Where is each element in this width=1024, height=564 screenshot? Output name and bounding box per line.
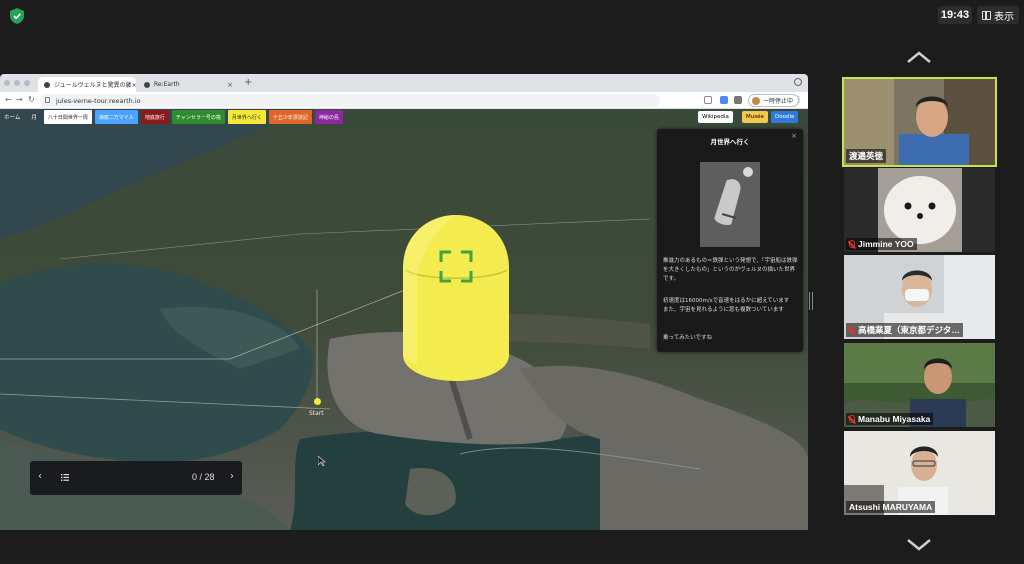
forward-icon[interactable]: → bbox=[16, 95, 23, 104]
participant-name-text: 高橋業夏（東京都デジタ… bbox=[858, 325, 960, 335]
menu-chip[interactable]: チャンセラー号の筏 bbox=[171, 110, 225, 124]
menu-moon[interactable]: 月 bbox=[27, 110, 41, 124]
menu-chip[interactable]: 海底二万マイル bbox=[94, 110, 138, 124]
info-panel-title: 月世界へ行く bbox=[710, 138, 750, 146]
globe-icon bbox=[44, 81, 50, 88]
projectile-capsule-model[interactable] bbox=[403, 215, 509, 381]
doodle-label: Doodle bbox=[775, 114, 795, 120]
reearth-map-viewport[interactable]: ホーム 月 八十日間世界一周 海底二万マイル 地底旅行 チャンセラー号の筏 月世… bbox=[0, 109, 808, 530]
chevron-up-icon[interactable] bbox=[906, 50, 932, 64]
participant-tile[interactable]: Manabu Miyasaka bbox=[844, 343, 995, 427]
wikipedia-label: Wikipedia bbox=[702, 114, 729, 120]
muted-mic-icon bbox=[849, 240, 855, 248]
participant-tile[interactable]: Atsushi MARUYAMA bbox=[844, 431, 995, 515]
page-counter: 0 / 28 bbox=[192, 472, 215, 482]
shield-icon[interactable] bbox=[10, 8, 24, 24]
tab-reearth[interactable]: Re:Earth × bbox=[138, 77, 238, 92]
muted-mic-icon bbox=[849, 415, 855, 423]
start-marker-label: Start bbox=[309, 410, 324, 417]
participant-name: Manabu Miyasaka bbox=[846, 413, 934, 425]
participant-tile[interactable]: 高橋業夏（東京都デジタ… bbox=[844, 255, 995, 339]
story-menu-bar: ホーム 月 八十日間世界一周 海底二万マイル 地底旅行 チャンセラー号の筏 月世… bbox=[0, 110, 343, 124]
participant-name-text: Atsushi MARUYAMA bbox=[849, 502, 933, 512]
participant-name-text: 渡邉英徳 bbox=[849, 151, 884, 161]
star-icon[interactable] bbox=[704, 96, 712, 104]
menu-home[interactable]: ホーム bbox=[0, 110, 24, 124]
participant-tile[interactable]: Jimmine YOO bbox=[844, 168, 995, 252]
url-text: jules-verne-tour.reearth.io bbox=[56, 96, 141, 105]
tab-search-icon[interactable] bbox=[794, 78, 802, 86]
reload-icon[interactable]: ↻ bbox=[28, 95, 35, 104]
participant-name-text: Manabu Miyasaka bbox=[858, 414, 931, 424]
next-button[interactable]: › bbox=[230, 471, 234, 482]
musee-button[interactable]: Musée bbox=[742, 111, 768, 123]
view-button[interactable]: 表示 bbox=[977, 6, 1019, 24]
info-paragraph: 初速度は16000m/sで音速をはるかに超えています また、宇宙を見れるように窓… bbox=[663, 298, 790, 313]
zoom-window: 19:43 表示 ジュールヴェルヌと驚異の旅× × Re:Earth × + ←… bbox=[0, 0, 1024, 564]
menu-chip[interactable]: 八十日間世界一周 bbox=[43, 110, 92, 124]
wikipedia-button[interactable]: Wikipedia bbox=[698, 111, 733, 123]
view-button-label: 表示 bbox=[994, 11, 1014, 23]
story-info-panel: × 月世界へ行く 推進力のあるもの＝鉄弾という発想で、「宇宙船は鉄弾を大きくした… bbox=[657, 129, 803, 352]
translate-icon[interactable] bbox=[720, 96, 728, 104]
grid-view-icon bbox=[982, 10, 991, 20]
info-paragraph: 推進力のあるもの＝鉄弾という発想で、「宇宙船は鉄弾を大きくしたもの」というのがヴ… bbox=[663, 258, 798, 282]
menu-chip[interactable]: 神秘の島 bbox=[314, 110, 343, 124]
tab-label: ジュールヴェルヌと驚異の旅× bbox=[54, 82, 136, 89]
participant-name: Jimmine YOO bbox=[846, 238, 917, 250]
participant-name-text: Jimmine YOO bbox=[858, 239, 914, 249]
window-controls[interactable] bbox=[4, 80, 30, 86]
tab-jules-verne[interactable]: ジュールヴェルヌと驚異の旅× × bbox=[38, 77, 136, 92]
close-tab-icon[interactable]: × bbox=[125, 81, 131, 89]
url-bar[interactable]: jules-verne-tour.reearth.io bbox=[40, 94, 660, 107]
start-marker[interactable] bbox=[314, 398, 321, 405]
participant-name: 渡邉英徳 bbox=[846, 149, 887, 163]
projectile-photo bbox=[700, 162, 760, 247]
globe-icon bbox=[144, 81, 150, 88]
menu-chip[interactable]: 月世界へ行く bbox=[227, 110, 266, 124]
profile-paused-button[interactable]: 一時停止中 bbox=[748, 94, 800, 107]
paused-label: 一時停止中 bbox=[763, 98, 794, 105]
participant-tile[interactable]: 渡邉英徳 bbox=[842, 77, 997, 167]
lock-icon bbox=[45, 97, 50, 103]
close-tab-icon[interactable]: × bbox=[227, 81, 233, 89]
back-icon[interactable]: ← bbox=[5, 95, 12, 104]
mouse-cursor-icon bbox=[318, 456, 326, 466]
list-icon[interactable] bbox=[61, 474, 69, 481]
menu-chip[interactable]: 地底旅行 bbox=[140, 110, 169, 124]
capsule-illustration bbox=[700, 162, 760, 247]
tab-label: Re:Earth bbox=[154, 81, 180, 88]
browser-menu-icon[interactable]: ⋮ bbox=[795, 95, 803, 104]
chevron-down-icon[interactable] bbox=[906, 538, 932, 552]
story-pager: ‹ 0 / 28 › bbox=[30, 461, 242, 495]
participant-name: Atsushi MARUYAMA bbox=[846, 501, 936, 513]
doodle-button[interactable]: Doodle bbox=[771, 111, 799, 123]
muted-mic-icon bbox=[849, 326, 855, 334]
new-tab-button[interactable]: + bbox=[244, 77, 252, 88]
menu-chip[interactable]: 十五少年漂流記 bbox=[268, 110, 312, 124]
participant-name: 高橋業夏（東京都デジタ… bbox=[846, 323, 963, 337]
address-bar-row: ← → ↻ jules-verne-tour.reearth.io 一時停止中 … bbox=[0, 92, 808, 109]
tab-strip: ジュールヴェルヌと驚異の旅× × Re:Earth × + bbox=[0, 74, 808, 92]
info-paragraph: 乗ってみたいですね bbox=[663, 335, 713, 341]
previous-button[interactable]: ‹ bbox=[38, 471, 42, 482]
musee-label: Musée bbox=[746, 114, 764, 120]
extensions-icon[interactable] bbox=[734, 96, 742, 104]
meeting-clock: 19:43 bbox=[938, 6, 972, 24]
panel-splitter-handle[interactable] bbox=[809, 292, 813, 310]
shared-screen-browser: ジュールヴェルヌと驚異の旅× × Re:Earth × + ← → ↻ jule… bbox=[0, 74, 808, 530]
